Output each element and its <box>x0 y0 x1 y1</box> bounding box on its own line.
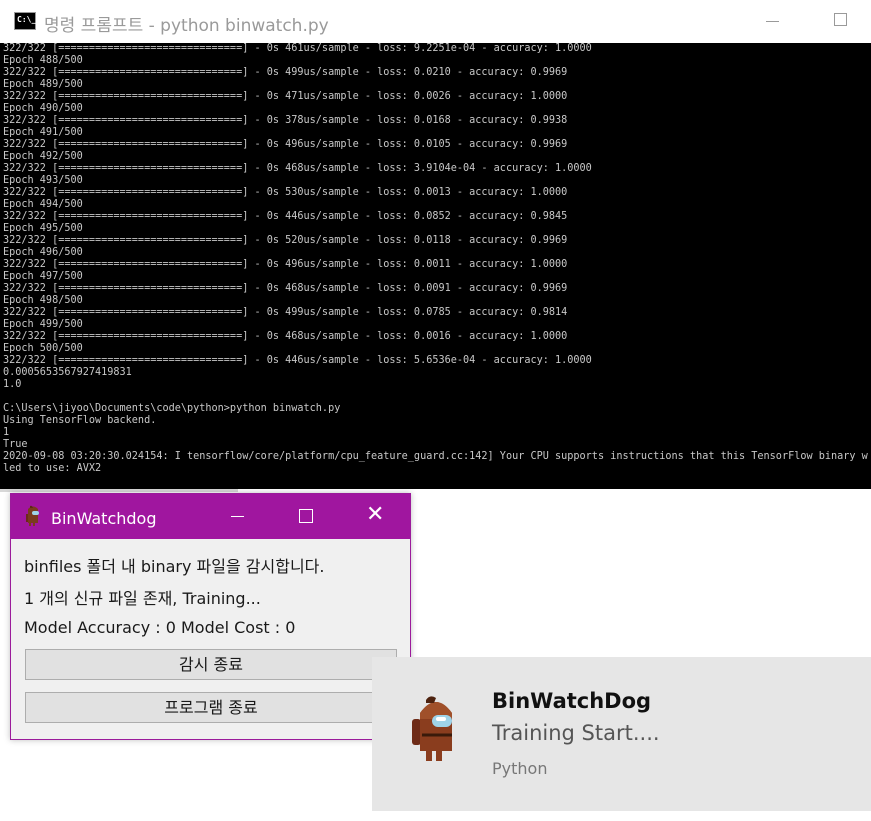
console-line: 1 <box>3 427 10 438</box>
toast-notification[interactable]: BinWatchDog Training Start.... Python <box>372 657 871 811</box>
console-line: Epoch 499/500 <box>3 319 83 330</box>
console-line: 322/322 [==============================]… <box>3 307 568 318</box>
console-line: 322/322 [==============================]… <box>3 211 568 222</box>
console-line: 322/322 [==============================]… <box>3 235 568 246</box>
console-line: Epoch 495/500 <box>3 223 83 234</box>
binwatchdog-maximize-button[interactable] <box>294 504 320 528</box>
model-metrics-label: Model Accuracy : 0 Model Cost : 0 <box>24 618 296 637</box>
watch-status-label: binfiles 폴더 내 binary 파일을 감시합니다. <box>24 557 325 576</box>
console-line: Epoch 496/500 <box>3 247 83 258</box>
console-line: Epoch 489/500 <box>3 79 83 90</box>
console-line: 322/322 [==============================]… <box>3 139 568 150</box>
exit-program-button[interactable]: 프로그램 종료 <box>25 692 397 723</box>
close-icon: ✕ <box>366 502 385 527</box>
console-minimize-button[interactable] <box>762 10 786 32</box>
console-line: 2020-09-08 03:20:30.024154: I tensorflow… <box>3 451 868 462</box>
console-scroll-edge <box>0 489 238 492</box>
toast-title: BinWatchDog <box>492 689 652 713</box>
console-line: Epoch 497/500 <box>3 271 83 282</box>
console-line: 322/322 [==============================]… <box>3 259 568 270</box>
command-prompt-icon: C:\_ <box>14 12 36 30</box>
console-line: 322/322 [==============================]… <box>3 355 592 366</box>
console-line: Epoch 490/500 <box>3 103 83 114</box>
console-output[interactable]: 322/322 [==============================]… <box>3 43 868 487</box>
toast-app-name: Python <box>492 759 548 778</box>
console-line: Epoch 493/500 <box>3 175 83 186</box>
among-us-crewmate-icon <box>26 505 39 526</box>
binwatchdog-minimize-button[interactable] <box>225 504 251 528</box>
console-line: 322/322 [==============================]… <box>3 187 568 198</box>
binwatchdog-close-button[interactable]: ✕ <box>364 502 390 528</box>
command-prompt-window: C:\_ 명령 프롬프트 - python binwatch.py 322/32… <box>0 0 871 489</box>
console-line: Epoch 500/500 <box>3 343 83 354</box>
console-line: 322/322 [==============================]… <box>3 43 592 54</box>
maximize-icon <box>299 509 313 523</box>
console-line: True <box>3 439 28 450</box>
console-window-title: 명령 프롬프트 - python binwatch.py <box>44 16 329 36</box>
among-us-crewmate-icon <box>412 696 452 761</box>
minimize-icon <box>766 21 779 22</box>
console-line: 322/322 [==============================]… <box>3 67 568 78</box>
maximize-icon <box>834 13 847 26</box>
console-line: C:\Users\jiyoo\Documents\code\python>pyt… <box>3 403 341 414</box>
console-line: Using TensorFlow backend. <box>3 415 157 426</box>
console-line: Epoch 491/500 <box>3 127 83 138</box>
console-line: 322/322 [==============================]… <box>3 163 592 174</box>
toast-message: Training Start.... <box>492 721 660 745</box>
stop-watch-button[interactable]: 감시 종료 <box>25 649 397 680</box>
console-titlebar[interactable]: C:\_ 명령 프롬프트 - python binwatch.py <box>0 0 871 43</box>
console-line: 0.0005653567927419831 <box>3 367 132 378</box>
console-line: 322/322 [==============================]… <box>3 91 568 102</box>
console-line: led to use: AVX2 <box>3 463 102 474</box>
new-files-label: 1 개의 신규 파일 존재, Training... <box>24 589 261 608</box>
console-line: Epoch 492/500 <box>3 151 83 162</box>
binwatchdog-window-title: BinWatchdog <box>51 509 157 528</box>
console-line: 322/322 [==============================]… <box>3 115 568 126</box>
console-line: Epoch 494/500 <box>3 199 83 210</box>
console-line: Epoch 498/500 <box>3 295 83 306</box>
console-line: 322/322 [==============================]… <box>3 283 568 294</box>
binwatchdog-titlebar[interactable]: BinWatchdog ✕ <box>11 494 410 539</box>
binwatchdog-window: BinWatchdog ✕ binfiles 폴더 내 binary 파일을 감… <box>10 493 411 740</box>
minimize-icon <box>231 516 244 517</box>
console-line: 322/322 [==============================]… <box>3 331 568 342</box>
console-line: Epoch 488/500 <box>3 55 83 66</box>
console-maximize-button[interactable] <box>830 10 854 32</box>
console-line: 1.0 <box>3 379 22 390</box>
